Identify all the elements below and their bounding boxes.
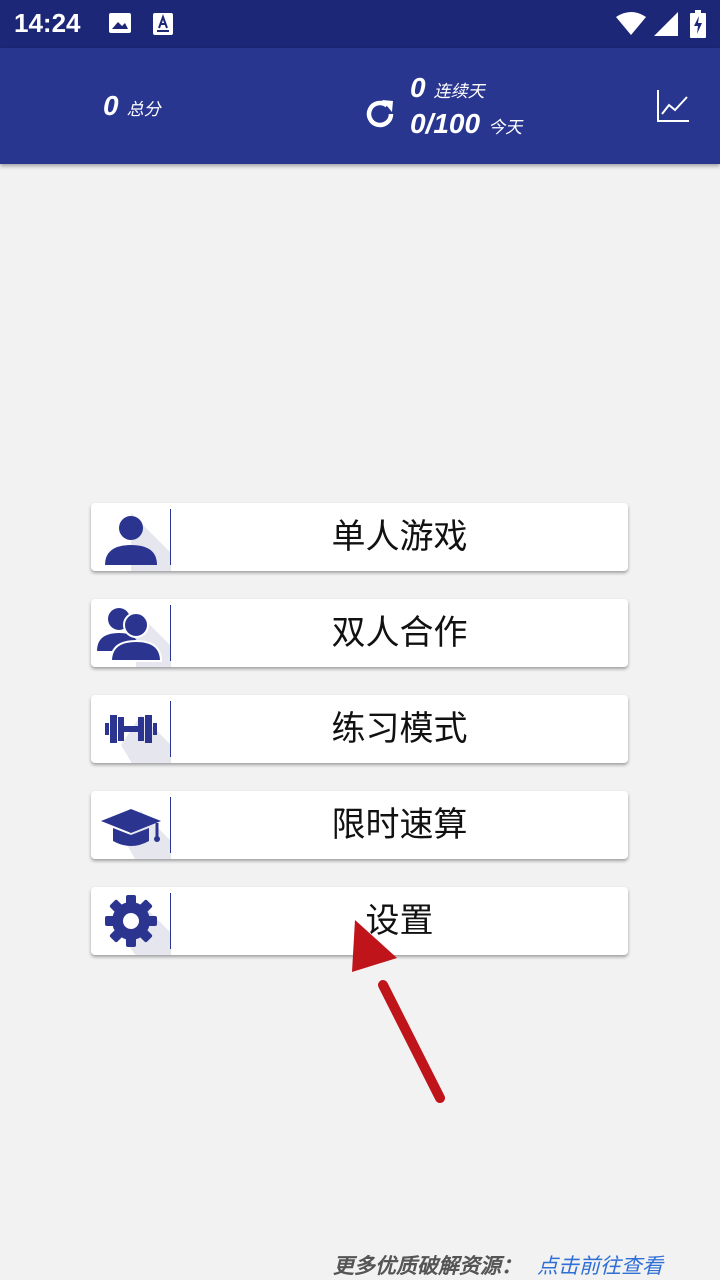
today-progress: 0/100 今天 (410, 108, 522, 140)
streak-days-label: 连续天 (433, 82, 485, 102)
graduation-cap-icon (91, 791, 171, 859)
line-chart-icon[interactable] (655, 88, 691, 124)
streak-days: 0 连续天 (410, 72, 485, 104)
streak-days-value: 0 (410, 72, 426, 103)
gallery-notification-icon (109, 13, 131, 33)
total-score-label: 总分 (126, 100, 161, 120)
two-player-coop-button[interactable]: 双人合作 (91, 599, 628, 667)
practice-mode-button[interactable]: 练习模式 (91, 695, 628, 763)
two-users-icon (91, 599, 171, 667)
single-player-button[interactable]: 单人游戏 (91, 503, 628, 571)
keyboard-notification-icon (153, 13, 173, 35)
two-player-coop-label: 双人合作 (331, 613, 468, 653)
footer-prefix: 更多优质破解资源： (333, 1254, 522, 1278)
timed-quick-calc-label: 限时速算 (331, 805, 468, 845)
practice-mode-label: 练习模式 (331, 709, 468, 749)
settings-button[interactable]: 设置 (91, 887, 628, 955)
wifi-icon (616, 12, 646, 35)
single-player-label: 单人游戏 (331, 517, 468, 557)
today-progress-label: 今天 (488, 118, 523, 138)
timed-quick-calc-button[interactable]: 限时速算 (91, 791, 628, 859)
single-user-icon (91, 503, 171, 571)
battery-charging-icon (690, 10, 706, 38)
total-score: 0 总分 (103, 90, 161, 122)
status-bar: 14:24 (0, 0, 720, 48)
footer: 更多优质破解资源： 点击前往查看 (0, 1248, 720, 1280)
cellular-signal-icon (654, 12, 678, 36)
score-header: 0 总分 0 连续天 0/100 今天 (0, 48, 720, 164)
refresh-icon[interactable] (362, 96, 398, 132)
settings-label: 设置 (365, 901, 434, 941)
dumbbell-icon (91, 695, 171, 763)
footer-link[interactable]: 点击前往查看 (537, 1250, 663, 1280)
total-score-value: 0 (103, 90, 119, 121)
status-time: 14:24 (14, 8, 81, 38)
today-progress-value: 0/100 (410, 108, 481, 139)
gear-icon (91, 887, 171, 955)
